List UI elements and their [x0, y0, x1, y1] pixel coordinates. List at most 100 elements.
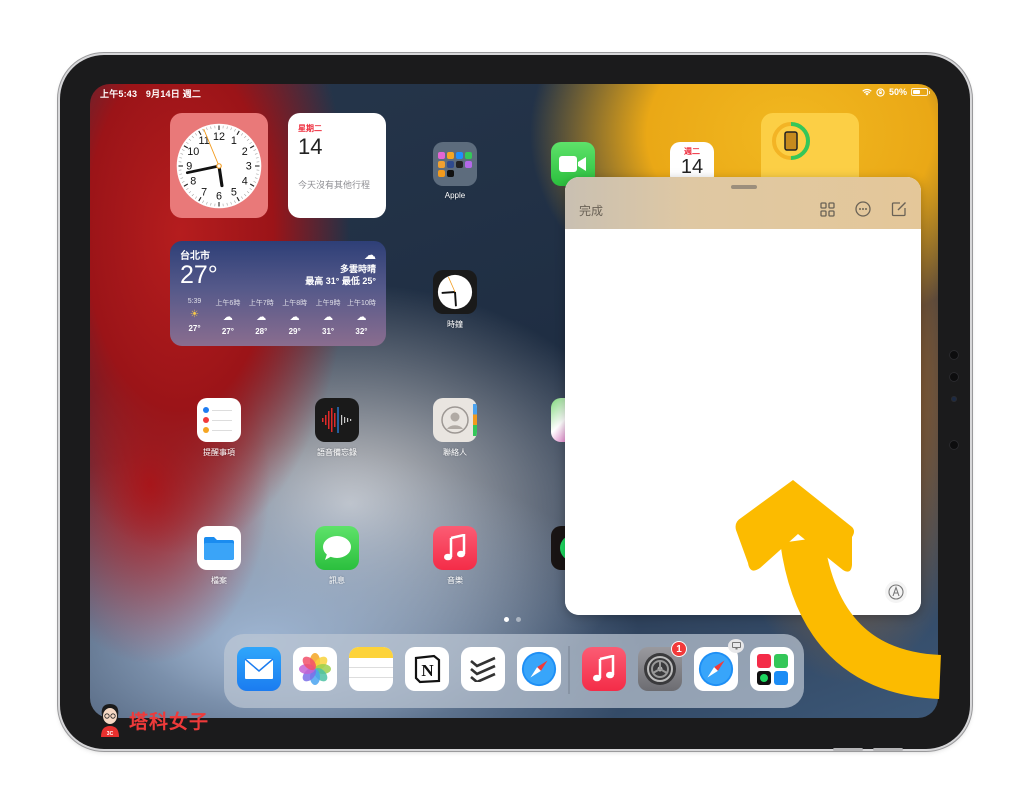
ipad-camera-sensors: [944, 350, 964, 460]
svg-text:N: N: [421, 661, 434, 680]
hour-temp: 32°: [355, 327, 368, 336]
app-files[interactable]: 檔案: [189, 526, 249, 586]
status-date: 9月14日 週二: [145, 89, 202, 99]
weather-hour: 上午8時 ☁ 29°: [278, 298, 311, 336]
todoist-icon: [470, 656, 496, 682]
dock-safari[interactable]: [517, 647, 561, 691]
notion-icon: N: [414, 654, 441, 684]
markup-button[interactable]: [885, 581, 907, 603]
weather-high-low: 最高 31° 最低 25°: [305, 276, 376, 286]
dock-todoist[interactable]: [461, 647, 505, 691]
more-icon[interactable]: [855, 201, 871, 217]
drag-handle[interactable]: [731, 185, 757, 189]
app-apple-folder[interactable]: Apple: [425, 142, 485, 200]
dock-photos[interactable]: [293, 647, 337, 691]
app-reminders[interactable]: 提醒事項: [189, 398, 249, 458]
app-label: 提醒事項: [203, 448, 235, 457]
mascot-avatar-icon: 3C: [101, 704, 119, 737]
cloud-icon: ☁: [256, 312, 267, 323]
home-screen: 上午5:43 9月14日 週二 50% 1 2 3 4 5 6 7 8 9 10 11 12 星期二: [90, 84, 938, 718]
sunrise-icon: ☀: [190, 309, 199, 320]
app-label: 檔案: [211, 576, 227, 585]
weather-hour: 上午6時 ☁ 27°: [211, 298, 244, 336]
music-icon: [593, 655, 615, 682]
hour-temp: 29°: [288, 327, 301, 336]
hour-time: 上午10時: [347, 300, 376, 307]
hour-temp: 28°: [255, 327, 268, 336]
weather-hour: 上午9時 ☁ 31°: [312, 298, 345, 336]
folder-icon: [433, 142, 477, 186]
clock-numeral: 10: [187, 145, 199, 157]
hour-time: 上午9時: [315, 300, 341, 307]
battery-ring: [772, 122, 810, 160]
reminders-icon: [197, 398, 241, 442]
safari-icon: [521, 651, 557, 687]
dock-app-library[interactable]: [750, 647, 794, 691]
clock-numeral: 11: [199, 134, 210, 146]
cloud-icon: ☁: [222, 312, 233, 323]
page-indicator[interactable]: [504, 617, 521, 622]
quick-note-panel[interactable]: 完成: [565, 177, 921, 615]
dock: N 1: [224, 634, 804, 708]
hour-time: 上午7時: [248, 300, 274, 307]
page-dot-current[interactable]: [504, 617, 509, 622]
clock-numeral: 4: [242, 175, 248, 187]
clock-numeral: 3: [246, 160, 252, 172]
app-contacts[interactable]: 聯絡人: [425, 398, 485, 458]
quick-note-editor[interactable]: [565, 229, 921, 615]
wifi-icon: [862, 88, 872, 96]
done-button[interactable]: 完成: [579, 202, 603, 219]
dock-music[interactable]: [582, 647, 626, 691]
clock-numeral: 2: [242, 145, 248, 157]
clock-numeral: 12: [213, 130, 225, 142]
calendar-date: 14: [298, 134, 323, 159]
weather-hour: 上午7時 ☁ 28°: [245, 298, 278, 336]
mail-icon: [244, 658, 274, 679]
dock-notion[interactable]: N: [405, 647, 449, 691]
page-dot[interactable]: [516, 617, 521, 622]
clock-widget[interactable]: 1 2 3 4 5 6 7 8 9 10 11 12: [170, 113, 268, 218]
handoff-desktop-icon: [728, 639, 744, 653]
status-bar-right: 50%: [862, 87, 930, 97]
calendar-icon-date: 14: [680, 156, 704, 178]
weather-hour: 5:39 ☀ 27°: [178, 298, 211, 336]
app-clock[interactable]: 時鐘: [425, 270, 485, 330]
weather-hour: 上午10時 ☁ 32°: [345, 298, 378, 336]
camera-lens: [951, 396, 957, 402]
voice-memos-icon: [315, 398, 359, 442]
calendar-weekday: 星期二: [298, 124, 322, 133]
app-label: Apple: [444, 191, 466, 200]
app-messages[interactable]: 訊息: [307, 526, 367, 586]
clock-numeral: 6: [216, 190, 222, 202]
dock-settings[interactable]: 1: [638, 641, 687, 691]
cloud-icon: ☁: [323, 312, 334, 323]
weather-widget[interactable]: 台北市 27° ☁ 多雲時晴 最高 31° 最低 25° 5:39 ☀ 27° 上午…: [170, 241, 386, 346]
dock-safari-handoff[interactable]: [694, 639, 744, 691]
watermark-text: 塔科女子: [129, 711, 210, 733]
status-bar-left: 上午5:43 9月14日 週二: [100, 87, 207, 100]
calendar-widget[interactable]: 星期二 14 今天沒有其他行程: [288, 113, 386, 218]
dock-notes[interactable]: [349, 647, 393, 691]
app-voice-memos[interactable]: 語音備忘錄: [307, 398, 367, 458]
app-music[interactable]: 音樂: [425, 526, 485, 586]
compose-icon[interactable]: [891, 201, 907, 217]
volume-button[interactable]: [833, 748, 863, 751]
clock-icon: [433, 270, 477, 314]
app-label: 時鐘: [447, 320, 463, 329]
settings-icon: [644, 653, 676, 685]
sensor: [949, 350, 959, 360]
grid-view-icon[interactable]: [820, 201, 835, 217]
dock-mail[interactable]: [237, 647, 281, 691]
cloud-icon: ☁: [356, 312, 367, 323]
analog-clock-face: 1234567891011 12: [176, 123, 262, 208]
hour-time: 5:39: [187, 298, 202, 305]
cloud-icon: ☁: [289, 312, 300, 323]
contacts-icon: [433, 398, 477, 442]
volume-button[interactable]: [873, 748, 903, 751]
hour-temp: 31°: [322, 327, 335, 336]
cloud-icon: ☁: [364, 248, 376, 262]
status-time: 上午5:43: [100, 89, 138, 99]
sensor: [949, 440, 959, 450]
clock-numeral: 7: [201, 186, 207, 198]
svg-text:3C: 3C: [107, 731, 114, 737]
